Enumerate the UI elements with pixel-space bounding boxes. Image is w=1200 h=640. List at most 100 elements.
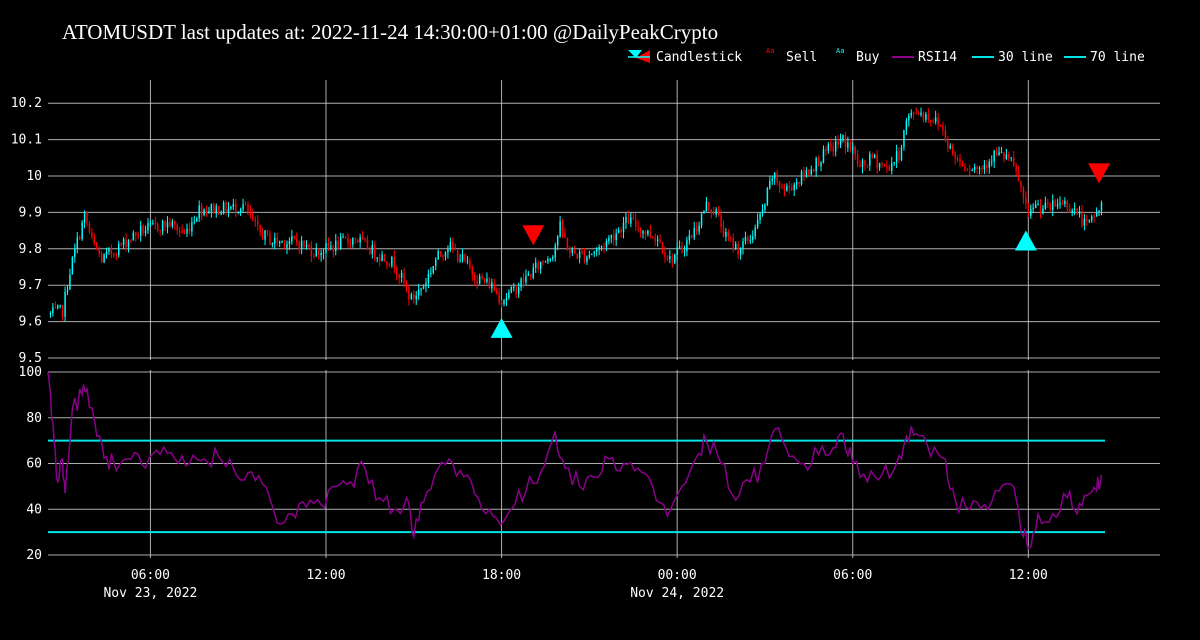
candle-down [942,121,944,136]
candle-body [676,247,678,255]
candle-body [261,231,264,240]
candle-body [986,164,988,168]
candle-body [491,282,493,289]
x-tick-label: 00:00 [658,568,697,583]
candle-up [227,202,230,218]
candle-up [815,156,817,177]
candle-down [695,221,698,235]
candle-body [652,236,654,238]
candle-body [225,202,227,213]
rsi-panel: 20 40 60 80 100 [19,365,1160,563]
candle-up [239,207,242,217]
candle-up [274,232,276,250]
candle-body [771,178,773,181]
candle-down [917,110,920,116]
candle-down [337,236,339,251]
candle-body [276,237,278,244]
candle-body [110,248,113,254]
candle-down [976,165,978,174]
candle-up [998,146,1000,156]
sell-signal-marker [522,225,545,246]
candle-body [171,221,174,227]
candle-up [820,161,822,172]
candle-up [144,225,147,237]
rsi14-line [47,371,1103,550]
candle-body [695,227,698,232]
candle-up [291,229,293,245]
candle-down [654,233,656,246]
candle-up [869,151,871,171]
candle-body [239,209,242,212]
candle-body [486,278,488,282]
candle-body [734,243,737,249]
candle-up [64,286,66,322]
candle-body [432,265,435,273]
candle-body [144,230,147,234]
candle-up [615,228,617,247]
candle-down [1003,151,1005,163]
candle-up [715,207,717,218]
candle-body [376,257,378,259]
candle-body [442,255,444,257]
candle-up [208,206,210,214]
candle-body [856,154,859,165]
candle-up [920,107,922,117]
candle-up [764,203,766,213]
candle-body [183,233,186,235]
candle-body [456,250,459,261]
candle-down [886,160,888,173]
candle-up [591,253,593,256]
rsi-y-tick-label: 100 [19,365,42,380]
candle-down [1022,185,1025,204]
candle-body [617,229,620,234]
candle-body [1076,208,1078,214]
candle-up [669,250,671,264]
candle-up [925,111,927,123]
candle-body [505,297,508,301]
rsi-y-tick-label: 40 [26,502,42,517]
candle-body [978,167,981,170]
candle-body [164,221,166,228]
candle-body [1032,207,1034,210]
candle-up [578,248,581,264]
candle-down [142,224,144,237]
candle-body [727,232,730,238]
candle-down [576,253,578,260]
candle-body [103,254,105,263]
candle-down [620,226,622,238]
candle-body [303,240,305,247]
candle-body [320,252,322,256]
price-rsi-chart: Candlestick Aa Sell Aa Buy RSI14 30 line 70 lin… [11,47,1160,601]
candle-down [830,138,832,152]
candle-body [1037,203,1039,205]
candle-body [176,224,178,231]
candle-up [805,167,808,178]
candle-body [681,246,683,252]
candle-down [176,222,178,235]
candle-up [505,292,508,306]
candle-up [676,242,678,261]
candle-up [381,250,383,262]
candle-down [252,208,254,222]
candle-body [361,237,364,239]
candle-body [1008,154,1010,159]
candle-down [266,229,269,237]
candle-body [244,204,247,206]
candle-body [410,294,413,300]
candle-up [878,162,881,171]
candle-down [91,228,93,240]
candle-body [217,206,220,215]
candle-body [298,241,300,249]
candle-body [430,272,432,274]
candle-body [630,217,632,224]
candle-body [256,221,259,225]
candle-up [139,220,142,242]
x-tick-label: 06:00 [131,568,170,583]
candle-down [876,150,878,174]
candle-up [688,229,691,245]
candle-body [466,260,469,262]
candle-down [849,139,852,153]
candle-body [78,237,81,239]
candle-body [1012,157,1015,166]
candle-body [571,249,574,253]
